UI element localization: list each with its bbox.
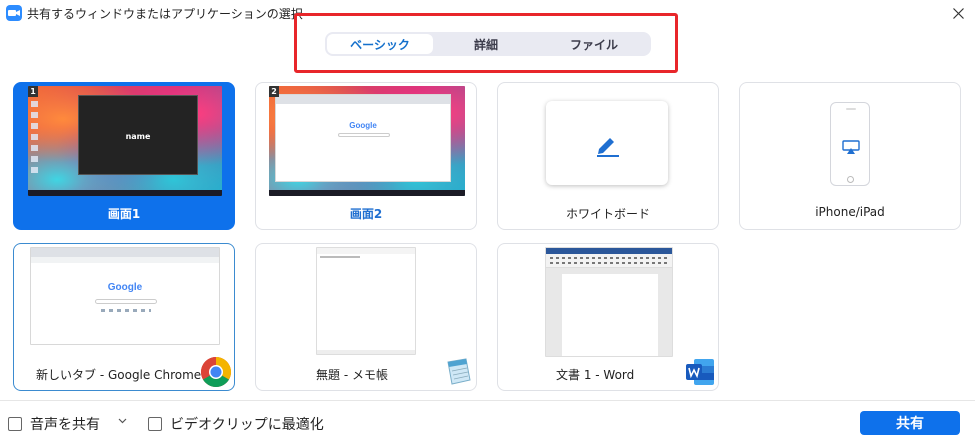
tile-word-window[interactable]: 文書 1 - Word xyxy=(497,243,719,391)
notepad-icon xyxy=(447,358,471,385)
tile-label: iPhone/iPad xyxy=(815,205,885,219)
bottom-bar xyxy=(0,400,975,444)
share-mode-tabs: ベーシック 詳細 ファイル xyxy=(325,32,651,56)
tab-advanced[interactable]: 詳細 xyxy=(433,34,539,54)
tile-chrome-window[interactable]: Google 新しいタブ - Google Chrome xyxy=(13,243,235,391)
share-audio-label: 音声を共有 xyxy=(30,417,100,433)
tile-iphone-ipad[interactable]: iPhone/iPad xyxy=(739,82,961,230)
zoom-logo-icon xyxy=(6,5,22,21)
optimize-video-checkbox[interactable] xyxy=(148,417,162,431)
share-button[interactable]: 共有 xyxy=(860,411,960,435)
tile-label: ホワイトボード xyxy=(565,207,650,221)
phone-frame xyxy=(830,102,870,186)
participant-name: name xyxy=(125,132,151,141)
share-audio-checkbox[interactable] xyxy=(8,417,22,431)
screen-1-thumbnail: name 1 xyxy=(28,86,222,196)
whiteboard-card xyxy=(546,101,668,185)
chevron-down-icon[interactable] xyxy=(118,418,127,424)
tile-label: 画面1 xyxy=(107,207,141,221)
tile-screen-2[interactable]: Google 2 画面2 xyxy=(255,82,477,230)
airplay-icon xyxy=(842,140,860,154)
chrome-icon xyxy=(200,357,232,388)
word-thumbnail xyxy=(545,247,673,357)
screen-number-badge: 2 xyxy=(269,86,279,97)
google-logo: Google xyxy=(107,282,143,293)
tab-files[interactable]: ファイル xyxy=(539,34,649,54)
tile-whiteboard[interactable]: ホワイトボード xyxy=(497,82,719,230)
screen-2-thumbnail: Google 2 xyxy=(269,86,465,196)
window-title: 共有するウィンドウまたはアプリケーションの選択 xyxy=(27,7,303,21)
notepad-thumbnail xyxy=(316,247,416,355)
word-icon xyxy=(686,359,714,385)
screen-number-badge: 1 xyxy=(28,86,38,97)
chrome-thumbnail: Google xyxy=(30,247,220,345)
google-logo: Google xyxy=(349,121,377,130)
tile-screen-1[interactable]: name 1 画面1 xyxy=(13,82,235,230)
tile-notepad-window[interactable]: 無題 - メモ帳 xyxy=(255,243,477,391)
optimize-video-label: ビデオクリップに最適化 xyxy=(170,417,324,433)
tab-basic[interactable]: ベーシック xyxy=(327,34,433,54)
close-icon[interactable] xyxy=(948,3,968,23)
tile-label: 画面2 xyxy=(349,207,383,221)
pen-icon xyxy=(597,138,619,157)
